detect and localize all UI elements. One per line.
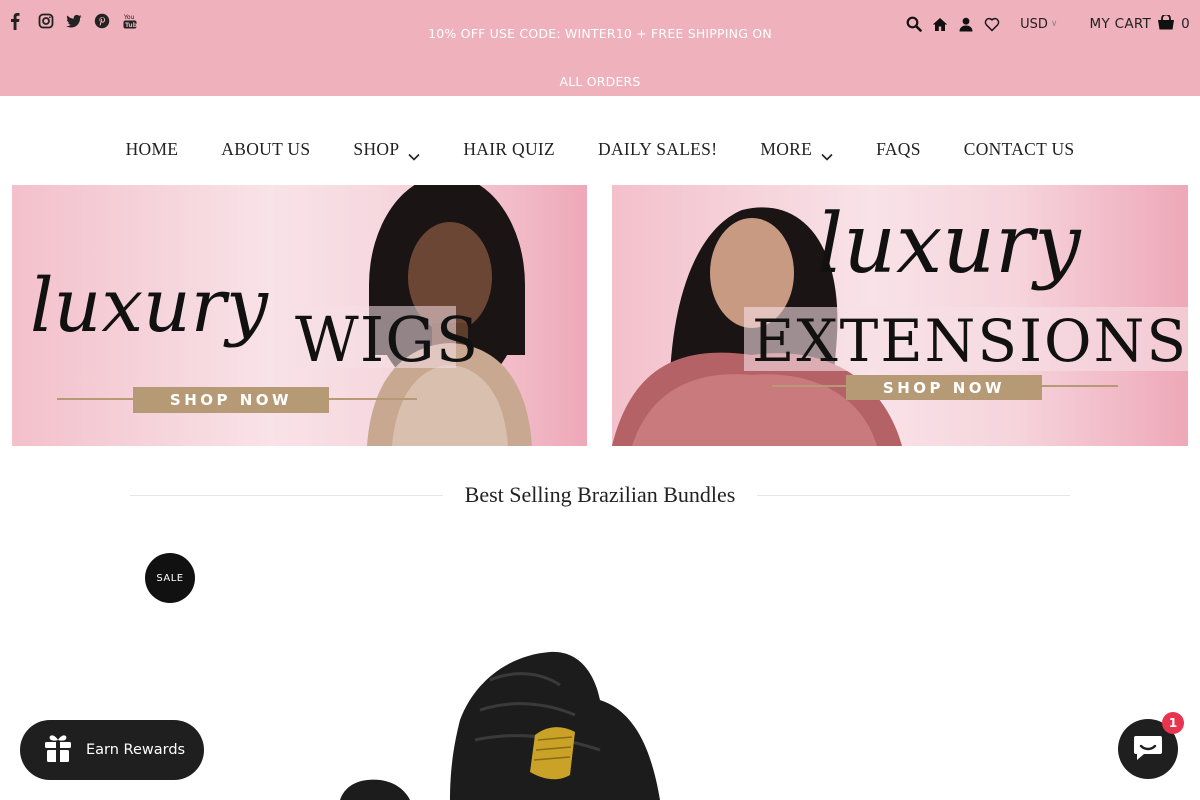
currency-value: USD [1020,16,1048,32]
wishlist-heart-icon[interactable] [984,15,1000,33]
chevron-down-icon [821,145,833,161]
cart-label: MY CART [1089,16,1152,32]
heading-rule-right [757,494,1071,496]
shop-now-button[interactable]: SHOP NOW [133,387,329,413]
nav-daily-sales[interactable]: DAILY SALES! [598,128,717,170]
best-selling-title: Best Selling Brazilian Bundles [464,482,736,507]
extensions-title: EXTENSIONS [752,307,1188,375]
youtube-icon[interactable]: YouTube [122,12,141,32]
cart-count: 0 [1181,16,1190,32]
nav-hair-quiz[interactable]: HAIR QUIZ [463,128,555,170]
announcement-bar: YouTube 10% OFF USE CODE: WINTER10 + FRE… [0,0,1200,96]
instagram-icon[interactable] [38,12,54,32]
pinterest-icon[interactable] [94,12,110,32]
search-icon[interactable] [906,15,922,33]
nav-more-label: MORE [760,138,813,159]
cart-link[interactable]: MY CART 0 [1089,13,1190,34]
chevron-down-icon: ∨ [1050,19,1058,29]
facebook-icon[interactable] [10,12,26,32]
account-icon[interactable] [958,15,974,33]
nav-sales-label: DAILY SALES! [598,138,718,159]
chat-notification-badge: 1 [1162,712,1184,734]
nav-faqs[interactable]: FAQS [876,128,921,170]
home-icon[interactable] [932,15,948,33]
nav-contact-label: CONTACT US [963,138,1075,159]
section-heading: Best Selling Brazilian Bundles [130,478,1071,512]
currency-selector[interactable]: USD ∨ [1020,17,1057,32]
nav-about-us[interactable]: ABOUT US [221,128,310,170]
nav-shop[interactable]: SHOP [353,128,420,170]
extensions-banner[interactable]: luxury EXTENSIONS SHOP NOW [612,185,1188,446]
hair-bundle-image[interactable] [300,640,800,800]
shop-now-button[interactable]: SHOP NOW [846,375,1042,400]
svg-text:Tube: Tube [125,22,138,29]
luxury-script: luxury [817,197,1081,292]
earn-rewards-button[interactable]: Earn Rewards [20,720,204,780]
nav-faqs-label: FAQS [876,138,921,159]
nav-contact-us[interactable]: CONTACT US [964,128,1075,170]
social-links: YouTube [10,12,141,32]
promo-announcement: 10% OFF USE CODE: WINTER10 + FREE SHIPPI… [428,26,772,89]
nav-quiz-label: HAIR QUIZ [463,138,556,159]
header-tools: USD ∨ MY CART 0 [906,12,1190,36]
svg-text:You: You [123,14,135,21]
earn-rewards-label: Earn Rewards [86,742,186,758]
twitter-icon[interactable] [66,12,82,32]
main-navigation: HOME ABOUT US SHOP HAIR QUIZ DAILY SALES… [0,128,1200,170]
shopping-bag-icon [1157,13,1175,34]
nav-shop-label: SHOP [353,138,400,159]
nav-home-label: HOME [125,138,179,159]
chevron-down-icon [408,145,420,161]
chat-bubble-icon [1132,732,1164,767]
gift-icon [44,733,72,767]
nav-more[interactable]: MORE [760,128,833,170]
nav-about-label: ABOUT US [221,138,311,159]
wigs-banner[interactable]: luxury WIGS SHOP NOW [12,185,587,446]
heading-rule-left [130,494,443,496]
luxury-script: luxury [30,263,268,349]
nav-home[interactable]: HOME [126,128,179,170]
wigs-title: WIGS [295,303,480,376]
sale-badge: SALE [145,553,195,603]
